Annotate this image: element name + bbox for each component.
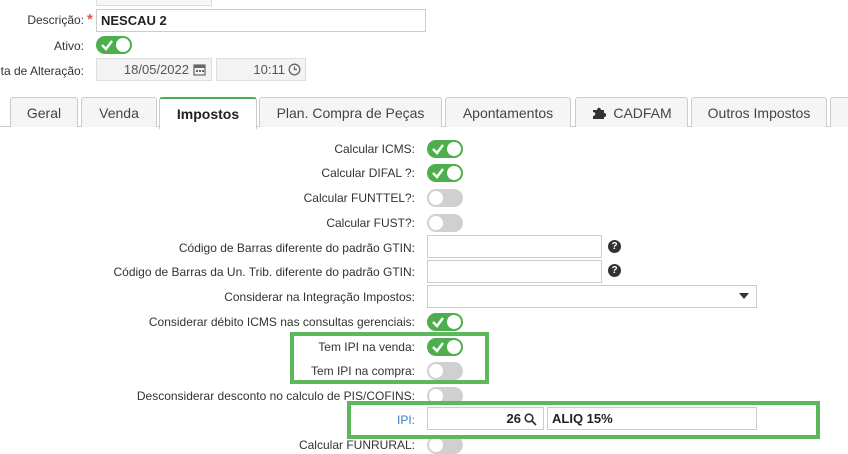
calc-icms-toggle[interactable]: [427, 140, 463, 158]
calc-funttel-toggle[interactable]: [427, 189, 463, 207]
tab-impostos[interactable]: Impostos: [159, 97, 257, 129]
tab-outros-impostos[interactable]: Outros Impostos: [691, 97, 827, 127]
cod-barras-gtin-label: Código de Barras diferente do padrão GTI…: [178, 241, 415, 255]
check-icon: [432, 317, 444, 328]
tab-bar: Geral Venda Impostos Plan. Compra de Peç…: [0, 96, 848, 129]
tab-cadfam-label: CADFAM: [613, 105, 672, 121]
check-icon: [432, 168, 444, 179]
clock-icon[interactable]: [288, 63, 301, 76]
tab-overflow[interactable]: [830, 97, 848, 127]
calendar-icon[interactable]: [193, 63, 206, 76]
descricao-input[interactable]: NESCAU 2: [96, 9, 426, 32]
considerar-integracao-label: Considerar na Integração Impostos:: [224, 290, 415, 304]
cod-barras-trib-label: Código de Barras da Un. Trib. diferente …: [113, 265, 416, 279]
ativo-toggle[interactable]: [96, 36, 132, 54]
calc-fust-toggle[interactable]: [427, 214, 463, 232]
check-icon: [432, 144, 444, 155]
calc-icms-label: Calcular ICMS:: [334, 142, 415, 156]
cod-barras-gtin-input[interactable]: [427, 235, 602, 258]
tab-cadfam[interactable]: CADFAM: [575, 97, 688, 127]
ativo-label: Ativo:: [53, 39, 84, 53]
chevron-down-icon[interactable]: [739, 293, 749, 300]
data-alteracao-label: ta de Alteração:: [0, 64, 84, 78]
considerar-debito-label: Considerar débito ICMS nas consultas ger…: [148, 315, 415, 329]
calc-difal-label: Calcular DIFAL ?:: [321, 166, 415, 180]
highlight-ipi-toggles: [290, 332, 489, 384]
tab-apontamentos[interactable]: Apontamentos: [445, 97, 571, 127]
tab-venda[interactable]: Venda: [81, 97, 157, 127]
help-icon[interactable]: ?: [608, 240, 621, 253]
descricao-label: Descrição:: [27, 13, 84, 27]
help-icon[interactable]: ?: [608, 264, 621, 277]
highlight-ipi-field: [347, 401, 820, 439]
check-icon: [101, 40, 113, 51]
considerar-debito-toggle[interactable]: [427, 313, 463, 331]
calc-funttel-label: Calcular FUNTTEL?:: [303, 191, 415, 205]
tab-geral[interactable]: Geral: [10, 97, 78, 127]
required-mark: *: [87, 11, 93, 28]
calc-funrural-label: Calcular FUNRURAL:: [298, 438, 415, 452]
tab-plan-compra-pecas[interactable]: Plan. Compra de Peças: [259, 97, 442, 127]
calc-fust-label: Calcular FUST?:: [326, 216, 415, 230]
calc-difal-toggle[interactable]: [427, 164, 463, 182]
cod-barras-trib-input[interactable]: [427, 260, 602, 283]
considerar-integracao-select[interactable]: [427, 285, 757, 308]
top-partial-field: [96, 0, 212, 6]
puzzle-icon: [593, 107, 606, 119]
